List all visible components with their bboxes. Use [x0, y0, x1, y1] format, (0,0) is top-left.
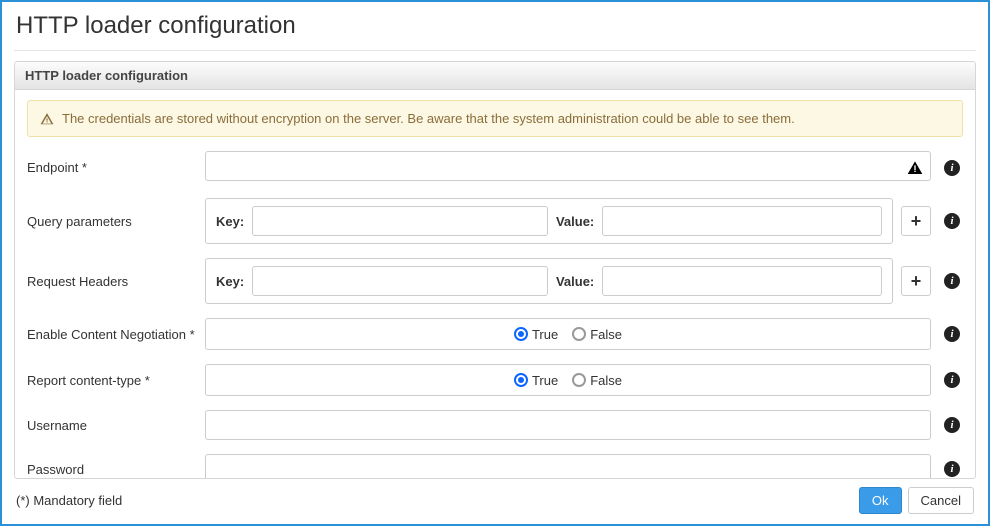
radio-label: False [590, 327, 622, 342]
dialog: HTTP loader configuration HTTP loader co… [0, 0, 990, 526]
row-username: Username i [27, 410, 963, 440]
qp-key-input[interactable] [252, 206, 548, 236]
label-endpoint: Endpoint * [27, 160, 195, 175]
endpoint-input[interactable] [205, 151, 931, 181]
row-report-ct: Report content-type * True False i [27, 364, 963, 396]
radio-icon [572, 327, 586, 341]
row-password: Password i [27, 454, 963, 479]
label-request-headers: Request Headers [27, 274, 195, 289]
info-icon[interactable]: i [944, 461, 960, 477]
radio-label: True [532, 327, 558, 342]
divider [14, 50, 976, 51]
panel-body: The credentials are stored without encry… [15, 90, 975, 479]
page-title: HTTP loader configuration [2, 2, 988, 50]
endpoint-wrap [205, 151, 931, 184]
radio-label: True [532, 373, 558, 388]
label-username: Username [27, 418, 195, 433]
info-icon[interactable]: i [944, 372, 960, 388]
info-icon[interactable]: i [944, 273, 960, 289]
report-ct-radio-group: True False [205, 364, 931, 396]
warning-icon [40, 112, 54, 126]
add-query-param-button[interactable]: + [901, 206, 931, 236]
password-input[interactable] [205, 454, 931, 479]
label-enable-cn: Enable Content Negotiation * [27, 327, 195, 342]
qp-value-input[interactable] [602, 206, 882, 236]
cancel-button[interactable]: Cancel [908, 487, 974, 514]
enable-cn-true[interactable]: True [514, 327, 558, 342]
report-ct-false[interactable]: False [572, 373, 622, 388]
query-params-box: Key: Value: [205, 198, 893, 244]
add-request-header-button[interactable]: + [901, 266, 931, 296]
warning-alert: The credentials are stored without encry… [27, 100, 963, 137]
label-report-ct: Report content-type * [27, 373, 195, 388]
rh-key-input[interactable] [252, 266, 548, 296]
row-endpoint: Endpoint * i [27, 151, 963, 184]
row-enable-cn: Enable Content Negotiation * True False … [27, 318, 963, 350]
request-headers-box: Key: Value: [205, 258, 893, 304]
radio-label: False [590, 373, 622, 388]
warning-text: The credentials are stored without encry… [62, 111, 795, 126]
validation-warning-icon [907, 160, 923, 176]
username-input[interactable] [205, 410, 931, 440]
enable-cn-false[interactable]: False [572, 327, 622, 342]
rh-key-label: Key: [216, 274, 244, 289]
rh-value-input[interactable] [602, 266, 882, 296]
radio-icon [514, 373, 528, 387]
mandatory-note: (*) Mandatory field [16, 493, 122, 508]
info-icon[interactable]: i [944, 326, 960, 342]
info-icon[interactable]: i [944, 417, 960, 433]
enable-cn-radio-group: True False [205, 318, 931, 350]
label-password: Password [27, 462, 195, 477]
ok-button[interactable]: Ok [859, 487, 902, 514]
radio-icon [514, 327, 528, 341]
radio-icon [572, 373, 586, 387]
label-query-params: Query parameters [27, 214, 195, 229]
config-panel: HTTP loader configuration The credential… [14, 61, 976, 479]
qp-key-label: Key: [216, 214, 244, 229]
row-request-headers: Request Headers Key: Value: + i [27, 258, 963, 304]
report-ct-true[interactable]: True [514, 373, 558, 388]
panel-header: HTTP loader configuration [15, 62, 975, 90]
row-query-params: Query parameters Key: Value: + i [27, 198, 963, 244]
dialog-footer: (*) Mandatory field Ok Cancel [2, 479, 988, 524]
info-icon[interactable]: i [944, 213, 960, 229]
qp-value-label: Value: [556, 214, 594, 229]
rh-value-label: Value: [556, 274, 594, 289]
info-icon[interactable]: i [944, 160, 960, 176]
